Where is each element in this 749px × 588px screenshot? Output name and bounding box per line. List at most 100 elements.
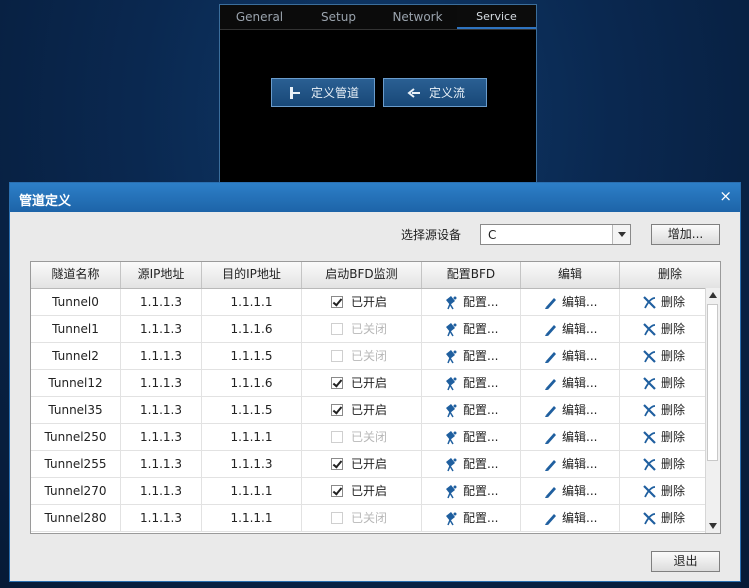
bfd-checkbox[interactable] [331, 350, 343, 362]
configure-bfd-button[interactable]: 配置... [422, 370, 520, 396]
satellite-dish-icon [444, 511, 459, 526]
pencil-icon [543, 295, 558, 310]
tunnel-table: 隧道名称 源IP地址 目的IP地址 启动BFD监测 配置BFD 编辑 删除 Tu… [30, 261, 721, 534]
delete-icon [642, 403, 657, 418]
bfd-status: 已开启 [351, 295, 388, 309]
pencil-icon [543, 457, 558, 472]
bfd-status: 已开启 [351, 403, 388, 417]
bfd-checkbox[interactable] [331, 323, 343, 335]
bfd-checkbox[interactable] [331, 377, 343, 389]
col-header-bfd-config[interactable]: 配置BFD [422, 262, 521, 288]
tab-general[interactable]: General [220, 5, 299, 29]
destination-ip: 1.1.1.1 [202, 505, 302, 532]
bfd-checkbox[interactable] [331, 512, 343, 524]
tab-network[interactable]: Network [378, 5, 457, 29]
chevron-down-icon[interactable] [612, 225, 630, 244]
close-icon[interactable]: × [719, 189, 732, 204]
table-row[interactable]: Tunnel2 1.1.1.3 1.1.1.5 已关闭 配置... 编辑... 删除 [31, 343, 720, 370]
pencil-icon [543, 484, 558, 499]
col-header-name[interactable]: 隧道名称 [31, 262, 121, 288]
col-header-dst-ip[interactable]: 目的IP地址 [202, 262, 302, 288]
destination-ip: 1.1.1.1 [202, 478, 302, 505]
pencil-icon [543, 322, 558, 337]
edit-button[interactable]: 编辑... [521, 478, 619, 504]
table-row[interactable]: Tunnel12 1.1.1.3 1.1.1.6 已开启 配置... 编辑... 删除 [31, 370, 720, 397]
edit-button[interactable]: 编辑... [521, 424, 619, 450]
delete-label: 删除 [661, 295, 686, 309]
source-ip: 1.1.1.3 [121, 316, 202, 343]
define-flow-button[interactable]: 定义流 [383, 78, 487, 107]
bfd-checkbox[interactable] [331, 485, 343, 497]
configure-bfd-button[interactable]: 配置... [422, 316, 520, 342]
col-header-src-ip[interactable]: 源IP地址 [121, 262, 202, 288]
edit-label: 编辑... [562, 403, 598, 417]
source-ip: 1.1.1.3 [121, 424, 202, 451]
configure-bfd-button[interactable]: 配置... [422, 397, 520, 423]
delete-icon [642, 484, 657, 499]
table-row[interactable]: Tunnel0 1.1.1.3 1.1.1.1 已开启 配置... 编辑... 删除 [31, 289, 720, 316]
tab-service[interactable]: Service [457, 5, 536, 29]
edit-button[interactable]: 编辑... [521, 451, 619, 477]
satellite-dish-icon [444, 457, 459, 472]
pencil-icon [543, 511, 558, 526]
source-device-value: C [488, 228, 497, 242]
define-tunnel-button[interactable]: 定义管道 [271, 78, 375, 107]
satellite-dish-icon [444, 322, 459, 337]
source-device-select[interactable]: C [480, 224, 631, 245]
edit-button[interactable]: 编辑... [521, 343, 619, 369]
add-button[interactable]: 增加... [651, 224, 720, 245]
configure-label: 配置... [463, 349, 499, 363]
dialog-titlebar[interactable]: 管道定义 × [10, 183, 740, 212]
bfd-status: 已开启 [351, 376, 388, 390]
delete-label: 删除 [661, 511, 686, 525]
edit-button[interactable]: 编辑... [521, 289, 619, 315]
pencil-icon [543, 376, 558, 391]
col-header-edit[interactable]: 编辑 [521, 262, 620, 288]
table-row[interactable]: Tunnel280 1.1.1.3 1.1.1.1 已关闭 配置... 编辑... 删除 [31, 505, 720, 532]
edit-button[interactable]: 编辑... [521, 316, 619, 342]
configure-bfd-button[interactable]: 配置... [422, 505, 520, 531]
bfd-checkbox[interactable] [331, 431, 343, 443]
table-row[interactable]: Tunnel255 1.1.1.3 1.1.1.3 已开启 配置... 编辑... 删除 [31, 451, 720, 478]
bfd-checkbox[interactable] [331, 404, 343, 416]
destination-ip: 1.1.1.6 [202, 370, 302, 397]
delete-icon [642, 511, 657, 526]
delete-icon [642, 457, 657, 472]
table-body: Tunnel0 1.1.1.3 1.1.1.1 已开启 配置... 编辑... 删除 Tunn… [31, 289, 720, 532]
define-flow-label: 定义流 [428, 86, 465, 100]
configure-label: 配置... [463, 376, 499, 390]
delete-icon [642, 430, 657, 445]
table-row[interactable]: Tunnel270 1.1.1.3 1.1.1.1 已开启 配置... 编辑... 删除 [31, 478, 720, 505]
tunnel-name: Tunnel1 [31, 316, 121, 343]
vertical-scrollbar[interactable] [705, 288, 720, 533]
table-row[interactable]: Tunnel250 1.1.1.3 1.1.1.1 已关闭 配置... 编辑... 删除 [31, 424, 720, 451]
configure-label: 配置... [463, 403, 499, 417]
configure-bfd-button[interactable]: 配置... [422, 424, 520, 450]
edit-button[interactable]: 编辑... [521, 505, 619, 531]
satellite-dish-icon [444, 430, 459, 445]
edit-label: 编辑... [562, 295, 598, 309]
table-row[interactable]: Tunnel1 1.1.1.3 1.1.1.6 已关闭 配置... 编辑... 删除 [31, 316, 720, 343]
configure-label: 配置... [463, 511, 499, 525]
configure-label: 配置... [463, 484, 499, 498]
exit-button[interactable]: 退出 [651, 551, 720, 572]
tab-setup[interactable]: Setup [299, 5, 378, 29]
scrollbar-thumb[interactable] [707, 304, 718, 461]
tab-bar: General Setup Network Service [220, 5, 536, 30]
col-header-bfd-enable[interactable]: 启动BFD监测 [302, 262, 422, 288]
edit-button[interactable]: 编辑... [521, 397, 619, 423]
edit-label: 编辑... [562, 376, 598, 390]
table-header: 隧道名称 源IP地址 目的IP地址 启动BFD监测 配置BFD 编辑 删除 [31, 262, 720, 289]
configure-bfd-button[interactable]: 配置... [422, 289, 520, 315]
scroll-up-icon[interactable] [706, 288, 720, 302]
configure-bfd-button[interactable]: 配置... [422, 478, 520, 504]
bfd-checkbox[interactable] [331, 296, 343, 308]
tunnel-name: Tunnel255 [31, 451, 121, 478]
bfd-checkbox[interactable] [331, 458, 343, 470]
col-header-delete[interactable]: 删除 [620, 262, 720, 288]
scroll-down-icon[interactable] [706, 519, 720, 533]
configure-bfd-button[interactable]: 配置... [422, 343, 520, 369]
edit-button[interactable]: 编辑... [521, 370, 619, 396]
configure-bfd-button[interactable]: 配置... [422, 451, 520, 477]
table-row[interactable]: Tunnel35 1.1.1.3 1.1.1.5 已开启 配置... 编辑... 删除 [31, 397, 720, 424]
